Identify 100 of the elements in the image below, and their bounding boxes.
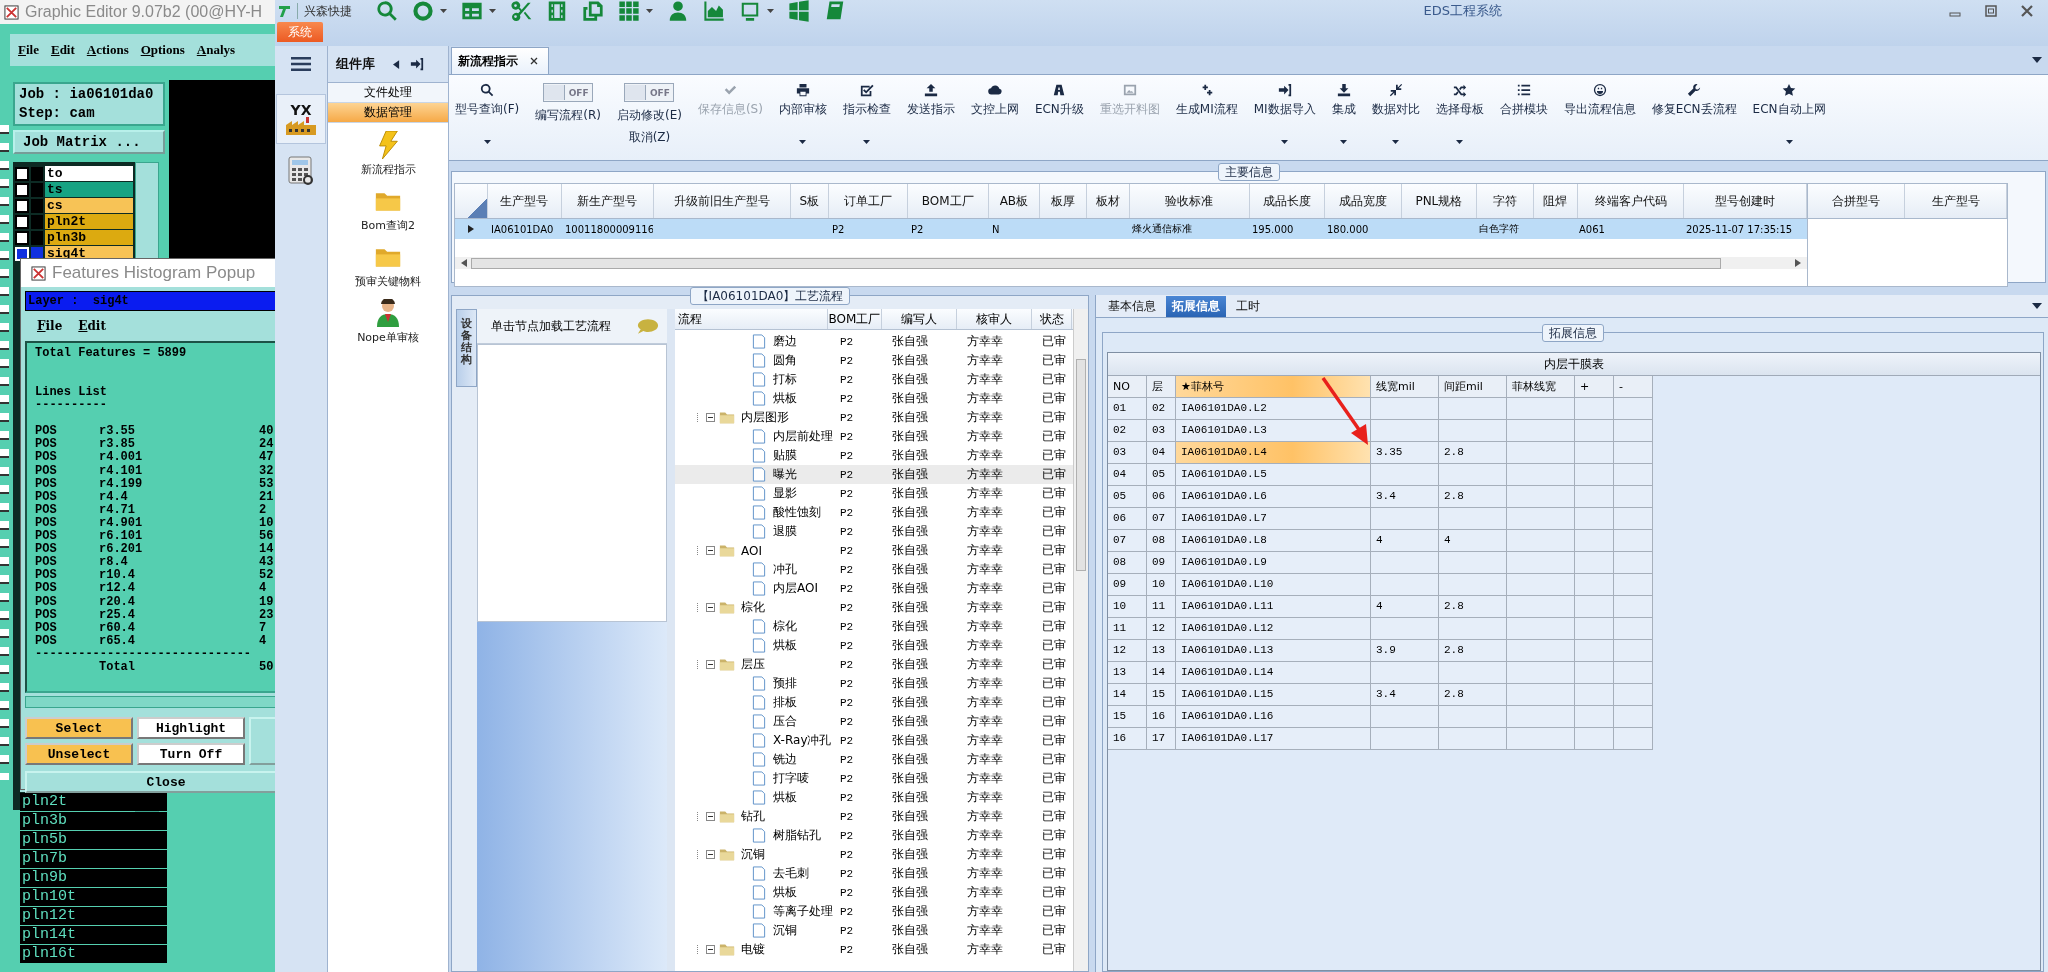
tree-row[interactable]: 等离子处理 P2 张自强 方幸幸 已审 (675, 902, 1073, 921)
person-icon[interactable] (375, 299, 401, 327)
ribbon-button[interactable]: 数据对比 (1371, 83, 1420, 144)
column-header[interactable]: 板材 (1086, 184, 1130, 218)
tree-row[interactable]: 压合 P2 张自强 方幸幸 已审 (675, 712, 1073, 731)
column-header[interactable]: - (1614, 376, 1653, 398)
action-button[interactable]: Turn Off (137, 743, 245, 765)
monitor-icon[interactable] (739, 0, 761, 22)
column-header[interactable]: 编写人 (882, 309, 957, 329)
caret-icon[interactable] (2032, 57, 2042, 63)
scroll-left-icon[interactable] (461, 259, 467, 267)
job-matrix-button[interactable]: Job Matrix ... (13, 130, 165, 154)
tab[interactable]: 拓展信息 (1166, 296, 1226, 317)
close-button[interactable]: Close (25, 771, 275, 793)
tree-row[interactable]: 冲孔 P2 张自强 方幸幸 已审 (675, 560, 1073, 579)
tree-row[interactable]: 内层AOI P2 张自强 方幸幸 已审 (675, 579, 1073, 598)
tree-row[interactable]: 铣边 P2 张自强 方幸幸 已审 (675, 750, 1073, 769)
splitter-handle[interactable] (667, 309, 675, 971)
layer-name[interactable]: pln2t (45, 214, 133, 229)
action-button[interactable]: Highlight (137, 717, 245, 739)
tree-row[interactable]: 酸性蚀刻 P2 张自强 方幸幸 已审 (675, 503, 1073, 522)
tree-row[interactable]: 排板 P2 张自强 方幸幸 已审 (675, 693, 1073, 712)
ribbon-button[interactable]: 选择母板 (1435, 83, 1484, 144)
tree-row[interactable]: 曝光 P2 张自强 方幸幸 已审 (675, 465, 1073, 484)
column-header[interactable]: 间距mil (1439, 376, 1507, 398)
table-icon[interactable] (461, 0, 483, 22)
toggle-switch[interactable]: OFF (624, 83, 675, 102)
menu-item[interactable]: Analys (196, 42, 236, 58)
layer-list-item[interactable]: pln7b (20, 850, 167, 868)
column-header[interactable]: 线宽mil (1371, 376, 1439, 398)
column-header[interactable]: ★菲林号 (1176, 376, 1371, 398)
layer-checkbox[interactable] (15, 182, 29, 197)
column-header[interactable]: S板 (791, 184, 829, 218)
collapse-toggle-icon[interactable] (706, 850, 715, 859)
caret-icon[interactable] (489, 9, 496, 13)
ribbon-button[interactable]: ECN升级 (1034, 83, 1084, 118)
component-label[interactable]: 预审关键物料 (355, 274, 421, 289)
layer-checkbox[interactable] (15, 214, 29, 229)
calculator-icon[interactable] (286, 156, 316, 186)
sign-in-icon[interactable] (410, 57, 424, 71)
scissors-icon[interactable] (510, 0, 532, 22)
tree-row[interactable]: 棕化 P2 张自强 方幸幸 已审 (675, 617, 1073, 636)
collapse-toggle-icon[interactable] (706, 546, 715, 555)
tree-row[interactable]: 磨边 P2 张自强 方幸幸 已审 (675, 332, 1073, 351)
ribbon-button[interactable]: 指示检查 (842, 83, 891, 144)
tree-row[interactable]: 打标 P2 张自强 方幸幸 已审 (675, 370, 1073, 389)
tree-row[interactable]: 贴膜 P2 张自强 方幸幸 已审 (675, 446, 1073, 465)
layer-name[interactable]: to (45, 166, 133, 181)
close-icon[interactable] (530, 57, 538, 65)
menu-item[interactable]: Edit (50, 42, 75, 58)
tree-row[interactable]: 内层前处理 P2 张自强 方幸幸 已审 (675, 427, 1073, 446)
collapse-toggle-icon[interactable] (706, 812, 715, 821)
layer-checkbox[interactable] (15, 166, 29, 181)
column-header[interactable]: 阻焊 (1534, 184, 1578, 218)
tree-row[interactable]: 烘板 P2 张自强 方幸幸 已审 (675, 636, 1073, 655)
side-tab[interactable]: 设备结构 (456, 309, 477, 387)
tree-row[interactable]: 烘板 P2 张自强 方幸幸 已审 (675, 883, 1073, 902)
menu-item[interactable]: Options (140, 42, 185, 58)
column-header[interactable]: 型号创建时 (1684, 184, 1807, 218)
column-header[interactable]: 订单工厂 (828, 184, 908, 218)
column-header[interactable]: 生产型号 (1905, 184, 2007, 218)
tree-row[interactable]: 层压 P2 张自强 方幸幸 已审 (675, 655, 1073, 674)
windows-icon[interactable] (788, 0, 810, 22)
layer-name[interactable]: cs (45, 198, 133, 213)
ribbon-button[interactable]: 发送指示 (906, 83, 955, 118)
component-label[interactable]: Bom查询2 (361, 218, 415, 233)
tree-row[interactable]: 电镀 P2 张自强 方幸幸 已审 (675, 940, 1073, 959)
ribbon-button[interactable]: 内部审核 (778, 83, 827, 144)
column-header[interactable]: BOM工厂 (907, 184, 989, 218)
scroll-thumb[interactable] (1076, 359, 1086, 571)
copy-icon[interactable] (582, 0, 604, 22)
search-icon[interactable] (376, 0, 398, 22)
tree-row[interactable]: 烘板 P2 张自强 方幸幸 已审 (675, 788, 1073, 807)
layer-list-item[interactable]: pln12t (20, 907, 167, 925)
layer-list-item[interactable]: pln2t (20, 793, 167, 811)
column-header[interactable]: 合拼型号 (1808, 184, 1905, 218)
column-header[interactable]: 流程 (675, 309, 828, 329)
column-header[interactable]: 状态 (1032, 309, 1072, 329)
grid-icon[interactable] (618, 0, 640, 22)
menu-icon[interactable] (291, 56, 311, 72)
layer-checkbox[interactable] (15, 230, 29, 245)
menu-item[interactable]: Actions (86, 42, 129, 58)
action-button[interactable]: Select (25, 717, 133, 739)
tree-row[interactable]: 退膜 P2 张自强 方幸幸 已审 (675, 522, 1073, 541)
collapse-arrow-icon[interactable] (393, 59, 400, 69)
tree-row[interactable]: 打字唛 P2 张自强 方幸幸 已审 (675, 769, 1073, 788)
ribbon-button[interactable]: ECN自动上网 (1752, 83, 1826, 144)
collapse-toggle-icon[interactable] (706, 413, 715, 422)
ribbon-button[interactable]: 合拼模块 (1499, 83, 1548, 118)
ribbon-button[interactable]: 修复ECN丢流程 (1651, 83, 1737, 118)
column-header[interactable]: + (1575, 376, 1614, 398)
tree-row[interactable]: 棕化 P2 张自强 方幸幸 已审 (675, 598, 1073, 617)
layer-list-item[interactable]: pln9b (20, 869, 167, 887)
column-header[interactable]: 菲林线宽 (1507, 376, 1575, 398)
book-icon[interactable] (824, 0, 846, 22)
menu-item[interactable]: File (37, 319, 63, 333)
layer-list-item[interactable]: pln14t (20, 926, 167, 944)
column-header[interactable]: PNL规格 (1401, 184, 1477, 218)
layer-name[interactable]: pln3b (45, 230, 133, 245)
tree-row[interactable]: 去毛刺 P2 张自强 方幸幸 已审 (675, 864, 1073, 883)
